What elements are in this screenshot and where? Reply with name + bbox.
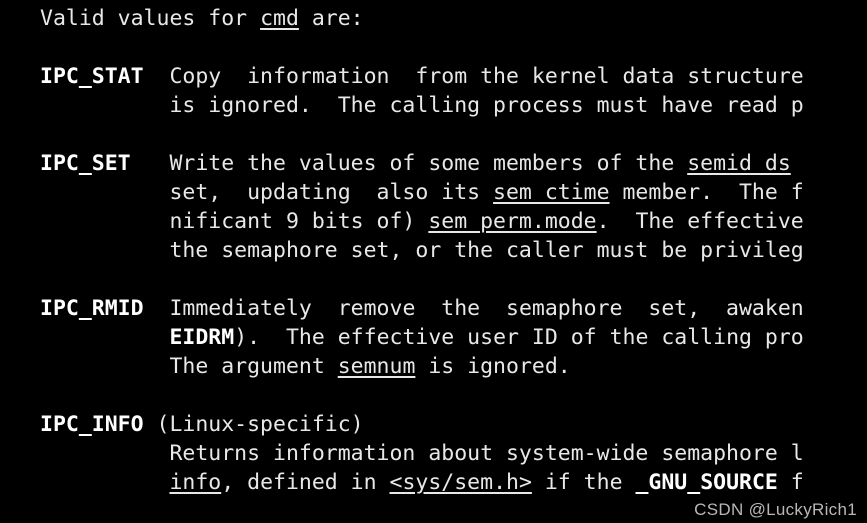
text-segment [40,470,169,495]
terminal-text-area[interactable]: Valid values for cmd are: IPC_STAT Copy i… [0,4,867,497]
text-segment: is ignored. The calling process must hav… [40,93,804,118]
text-segment: (Linux-specific) [143,412,364,437]
line-ipc-set-4: the semaphore set, or the caller must be… [0,236,867,265]
text-segment: _GNU_SOURCE [635,470,778,495]
text-segment: is ignored. [415,354,571,379]
text-segment: cmd [260,6,299,31]
line-ipc-set-1: IPC_SET Write the values of some members… [0,149,867,178]
text-segment: ). The effective user ID of the calling … [234,325,804,350]
text-segment: are: [298,6,364,31]
text-segment: IPC_SET [40,151,131,176]
text-segment: Immediately remove the semaphore set, aw… [143,296,804,321]
terminal-window[interactable]: Valid values for cmd are: IPC_STAT Copy i… [0,0,867,523]
line-blank-3 [0,265,867,294]
line-intro: Valid values for cmd are: [0,4,867,33]
line-ipc-rmid-3: The argument semnum is ignored. [0,352,867,381]
text-segment: <sys/sem.h> [389,470,532,495]
text-segment: info [169,470,222,495]
text-segment: f [777,470,804,495]
csdn-watermark: CSDN @LuckyRich1 [694,500,857,519]
line-ipc-info-2: Returns information about system-wide se… [0,439,867,468]
text-segment: semnum [337,354,416,379]
text-segment: Write the values of some members of the [130,151,688,176]
text-segment: . The effective [596,209,804,234]
text-segment: IPC_RMID [40,296,144,321]
line-blank-2 [0,120,867,149]
text-segment: Valid values for [40,6,261,31]
line-ipc-info-3: info, defined in <sys/sem.h> if the _GNU… [0,468,867,497]
text-segment: set, updating also its [40,180,494,205]
text-segment: Copy information from the kernel data st… [143,64,804,89]
text-segment [40,325,169,350]
text-segment: , defined in [221,470,390,495]
text-segment: the semaphore set, or the caller must be… [40,238,804,263]
line-ipc-set-3: nificant 9 bits of) sem_perm.mode. The e… [0,207,867,236]
text-segment: sem_ctime [493,180,610,205]
text-segment: IPC_INFO [40,412,144,437]
text-segment: nificant 9 bits of) [40,209,429,234]
line-ipc-info-1: IPC_INFO (Linux-specific) [0,410,867,439]
text-segment: The argument [40,354,338,379]
line-ipc-stat-2: is ignored. The calling process must hav… [0,91,867,120]
line-ipc-stat-1: IPC_STAT Copy information from the kerne… [0,62,867,91]
text-segment: semid_ds [687,151,791,176]
line-ipc-set-2: set, updating also its sem_ctime member.… [0,178,867,207]
text-segment: Returns information about system-wide se… [40,441,804,466]
line-blank-1 [0,33,867,62]
text-segment: sem_perm.mode [428,209,597,234]
text-segment: member. The f [609,180,804,205]
text-segment: IPC_STAT [40,64,144,89]
line-blank-4 [0,381,867,410]
text-segment: EIDRM [169,325,235,350]
line-ipc-rmid-2: EIDRM). The effective user ID of the cal… [0,323,867,352]
text-segment: if the [531,470,636,495]
line-ipc-rmid-1: IPC_RMID Immediately remove the semaphor… [0,294,867,323]
